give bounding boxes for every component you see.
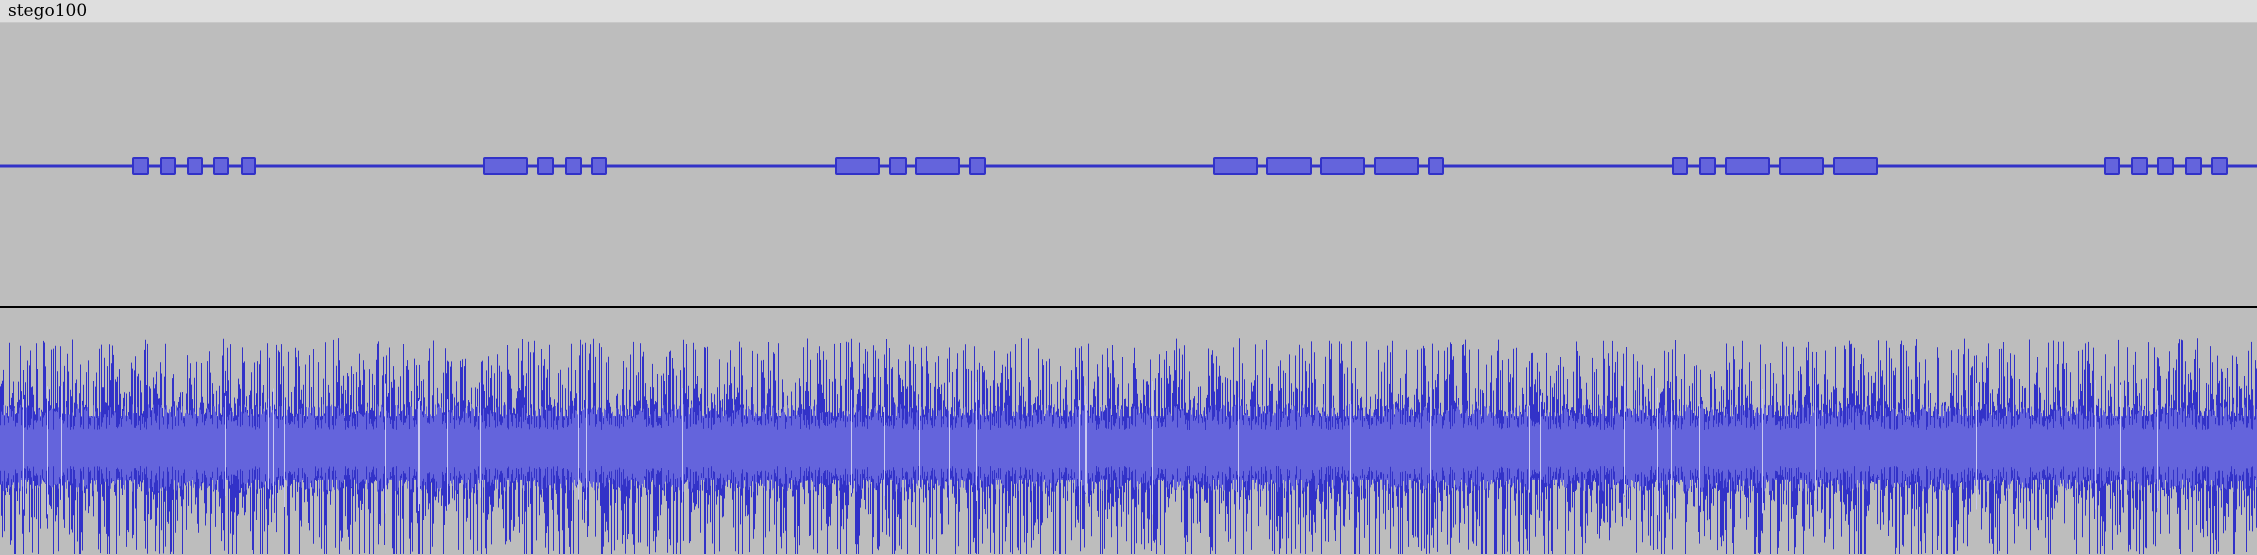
bottom-track[interactable] (0, 308, 2257, 555)
waveform-burst (160, 157, 176, 175)
waveform-burst (1213, 157, 1258, 175)
waveform-burst (537, 157, 554, 175)
waveform-burst (1725, 157, 1770, 175)
waveform-burst (2211, 157, 2228, 175)
waveform-burst (2104, 157, 2120, 175)
waveform-burst (2185, 157, 2202, 175)
waveform-burst (132, 157, 149, 175)
noise-waveform[interactable] (0, 308, 2257, 555)
waveform-burst (2131, 157, 2148, 175)
waveform-burst (565, 157, 582, 175)
waveform-burst (915, 157, 960, 175)
audio-editor-view: stego100 (0, 0, 2257, 555)
waveform-burst (241, 157, 256, 175)
waveform-burst (969, 157, 986, 175)
waveform-burst (1699, 157, 1716, 175)
top-track[interactable] (0, 23, 2257, 308)
waveform-burst (1779, 157, 1824, 175)
waveform-burst (187, 157, 203, 175)
waveform-burst (1833, 157, 1878, 175)
waveform-burst (2157, 157, 2174, 175)
track-title: stego100 (8, 1, 88, 21)
waveform-burst (889, 157, 907, 175)
waveform-burst (1672, 157, 1688, 175)
waveform-burst (1266, 157, 1312, 175)
waveform-burst (591, 157, 607, 175)
waveform-burst (483, 157, 528, 175)
data-waveform[interactable] (0, 23, 2257, 306)
waveform-burst (1374, 157, 1419, 175)
waveform-burst (1428, 157, 1444, 175)
waveform-burst (213, 157, 229, 175)
waveform-burst (835, 157, 880, 175)
waveform-burst (1320, 157, 1365, 175)
track-title-bar[interactable]: stego100 (0, 0, 2257, 23)
